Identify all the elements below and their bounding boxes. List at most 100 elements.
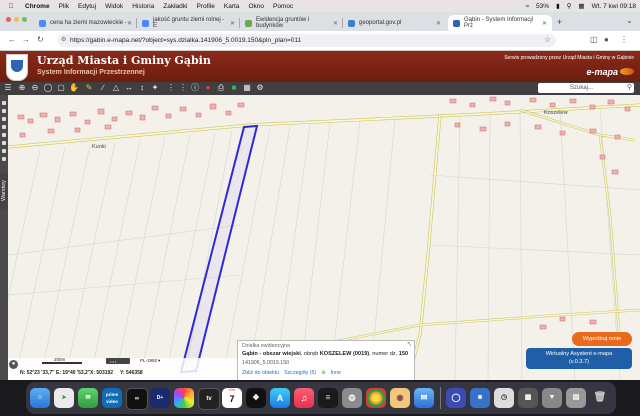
rail-control-icon[interactable]	[2, 101, 6, 105]
bookmark-star-icon[interactable]: ☆	[544, 35, 551, 44]
info-icon[interactable]: ⓘ	[190, 83, 200, 93]
zoom-in-icon[interactable]: ⊕	[17, 83, 27, 93]
cookie-app-icon[interactable]: ◉	[390, 388, 410, 408]
rail-control-icon[interactable]	[2, 141, 6, 145]
close-tab-icon[interactable]: ✕	[542, 20, 547, 27]
print-icon[interactable]: ⎙	[216, 83, 226, 93]
layers-icon[interactable]: ☰	[3, 83, 13, 93]
tidal-icon[interactable]: ❖	[246, 388, 266, 408]
zoom-out-icon[interactable]: ⊖	[30, 83, 40, 93]
select-icon[interactable]: ✦	[150, 83, 160, 93]
rail-control-icon[interactable]	[2, 133, 6, 137]
menu-karta[interactable]: Karta	[224, 3, 240, 10]
battery-percent[interactable]: 53%	[536, 3, 549, 10]
close-tab-icon[interactable]: ✕	[333, 20, 338, 27]
maximize-window-icon[interactable]	[22, 17, 27, 22]
menu-widok[interactable]: Widok	[105, 3, 123, 10]
rail-control-icon[interactable]	[2, 149, 6, 153]
close-window-icon[interactable]	[6, 17, 11, 22]
menu-chrome[interactable]: Chrome	[25, 3, 50, 10]
tab-gabin-active[interactable]: Gąbin - System Informacji Prz ✕	[448, 15, 552, 31]
menubar-clock[interactable]: Wt. 7 kwi 09:18	[592, 3, 636, 10]
layers-side-tab[interactable]: Warstwy	[0, 173, 8, 209]
calculator-icon[interactable]: ▦	[518, 388, 538, 408]
wifi-icon[interactable]: ≈	[525, 3, 529, 10]
disk-utility-icon[interactable]: ◯	[446, 388, 466, 408]
profile-avatar-icon[interactable]: ●	[604, 35, 609, 44]
marker-icon[interactable]: ●	[203, 83, 213, 93]
pan-hand-icon[interactable]: ✋	[69, 83, 79, 93]
maps-icon[interactable]: ➤	[54, 388, 74, 408]
map-search-input[interactable]: Szukaj... ⚲	[538, 83, 634, 93]
menu-zakladki[interactable]: Zakładki	[163, 3, 187, 10]
back-icon[interactable]: ←	[8, 35, 16, 44]
forward-icon[interactable]: →	[22, 35, 30, 44]
measure-length-icon[interactable]: ∕	[98, 83, 108, 93]
menu-okno[interactable]: Okno	[248, 3, 264, 10]
map-canvas[interactable]	[0, 95, 640, 380]
dotted-line-icon[interactable]: ⋮	[178, 83, 188, 93]
prime-video-icon[interactable]: prime video	[102, 388, 122, 408]
rail-control-icon[interactable]	[2, 125, 6, 129]
documents-stack-icon[interactable]: ▤	[566, 388, 586, 408]
menu-plik[interactable]: Plik	[59, 3, 69, 10]
battery-icon[interactable]: ▮	[556, 2, 560, 10]
map-viewport[interactable]: Kunki Koszelew Warstwy ● 200m • • • PL-1…	[0, 95, 640, 380]
plus-icon[interactable]: ⊕	[321, 370, 325, 376]
menu-historia[interactable]: Historia	[132, 3, 154, 10]
browser-menu-icon[interactable]: ⋮	[620, 35, 628, 44]
pencil-icon[interactable]: ✎	[84, 83, 94, 93]
finder-window-icon[interactable]: ☻	[470, 388, 490, 408]
minimize-window-icon[interactable]	[14, 17, 19, 22]
share-icon[interactable]: ■	[229, 83, 239, 93]
clock-app-icon[interactable]: ◷	[494, 388, 514, 408]
popup-close-icon[interactable]: ⤣	[408, 342, 411, 349]
menu-profile[interactable]: Profile	[196, 3, 214, 10]
settings-icon[interactable]: ⚙	[255, 83, 265, 93]
measure-area-icon[interactable]: △	[111, 83, 121, 93]
link-zoom-to-object[interactable]: Zbliż do obiektu	[242, 370, 279, 376]
webcam-app-icon[interactable]: ∞	[126, 388, 148, 410]
measure-distance-icon[interactable]: ↔	[124, 83, 134, 93]
apple-menu-icon[interactable]: 	[6, 3, 16, 10]
rail-control-icon[interactable]	[2, 117, 6, 121]
music-icon[interactable]: ♫	[294, 388, 314, 408]
pdf-app-icon[interactable]: ☶	[318, 388, 338, 408]
new-tab-icon[interactable]: +	[557, 17, 562, 27]
extensions-icon[interactable]: ◫	[590, 35, 598, 44]
zoom-window-icon[interactable]: ▢	[56, 83, 66, 93]
trash-icon[interactable]: 🗑	[590, 388, 610, 408]
highlighted-parcel[interactable]	[179, 124, 259, 374]
site-info-icon[interactable]: ⚙	[61, 36, 66, 43]
tab-cena-ha[interactable]: cena ha ziemi mazowieckie - ✕	[34, 15, 137, 31]
apple-tv-icon[interactable]: tv	[198, 388, 220, 410]
rail-control-icon[interactable]	[2, 109, 6, 113]
messages-icon[interactable]: ✉	[78, 388, 98, 408]
chrome-icon[interactable]	[366, 388, 386, 408]
tab-search-chevron-icon[interactable]: ⌄	[626, 16, 633, 25]
control-center-icon[interactable]: ▦	[578, 2, 584, 10]
menu-edytuj[interactable]: Edytuj	[78, 3, 96, 10]
reload-icon[interactable]: ↻	[37, 35, 44, 44]
dotted-area-icon[interactable]: ⋮	[166, 83, 176, 93]
tab-jakosc-gruntu[interactable]: jakość gruntu ziemi rolnej - E ✕	[137, 15, 240, 31]
try-me-button[interactable]: Wypróbuj mnie	[572, 332, 632, 346]
system-settings-icon[interactable]: ⚙	[342, 388, 362, 408]
disney-plus-icon[interactable]: D+	[150, 388, 170, 408]
link-details[interactable]: Szczegóły (5)	[284, 370, 316, 376]
photos-icon[interactable]	[174, 388, 194, 408]
tab-geoportal[interactable]: geoportal.gov.pl ✕	[343, 15, 446, 31]
virtual-assistant-button[interactable]: Wirtualny Asystent e-mapa (v.0.3.7)	[526, 348, 632, 369]
grid-icon[interactable]: ▦	[242, 83, 252, 93]
mail-icon[interactable]: ✉	[414, 388, 434, 408]
compass-icon[interactable]: ●	[9, 360, 18, 369]
search-icon[interactable]: ⚲	[567, 2, 572, 10]
close-tab-icon[interactable]: ✕	[436, 20, 441, 27]
measure-height-icon[interactable]: ↕	[137, 83, 147, 93]
projection-chevron-icon[interactable]: ▾	[158, 358, 160, 364]
close-tab-icon[interactable]: ✕	[127, 20, 132, 27]
finder-icon[interactable]: ☺	[30, 388, 50, 408]
projection-select[interactable]: PL-1992	[140, 358, 157, 363]
tab-ewidencja-gruntow[interactable]: Ewidencja gruntów i budynków ✕	[240, 15, 343, 31]
address-bar[interactable]: ⚙ https://gabin.e-mapa.net/?object=sys.d…	[58, 34, 556, 47]
